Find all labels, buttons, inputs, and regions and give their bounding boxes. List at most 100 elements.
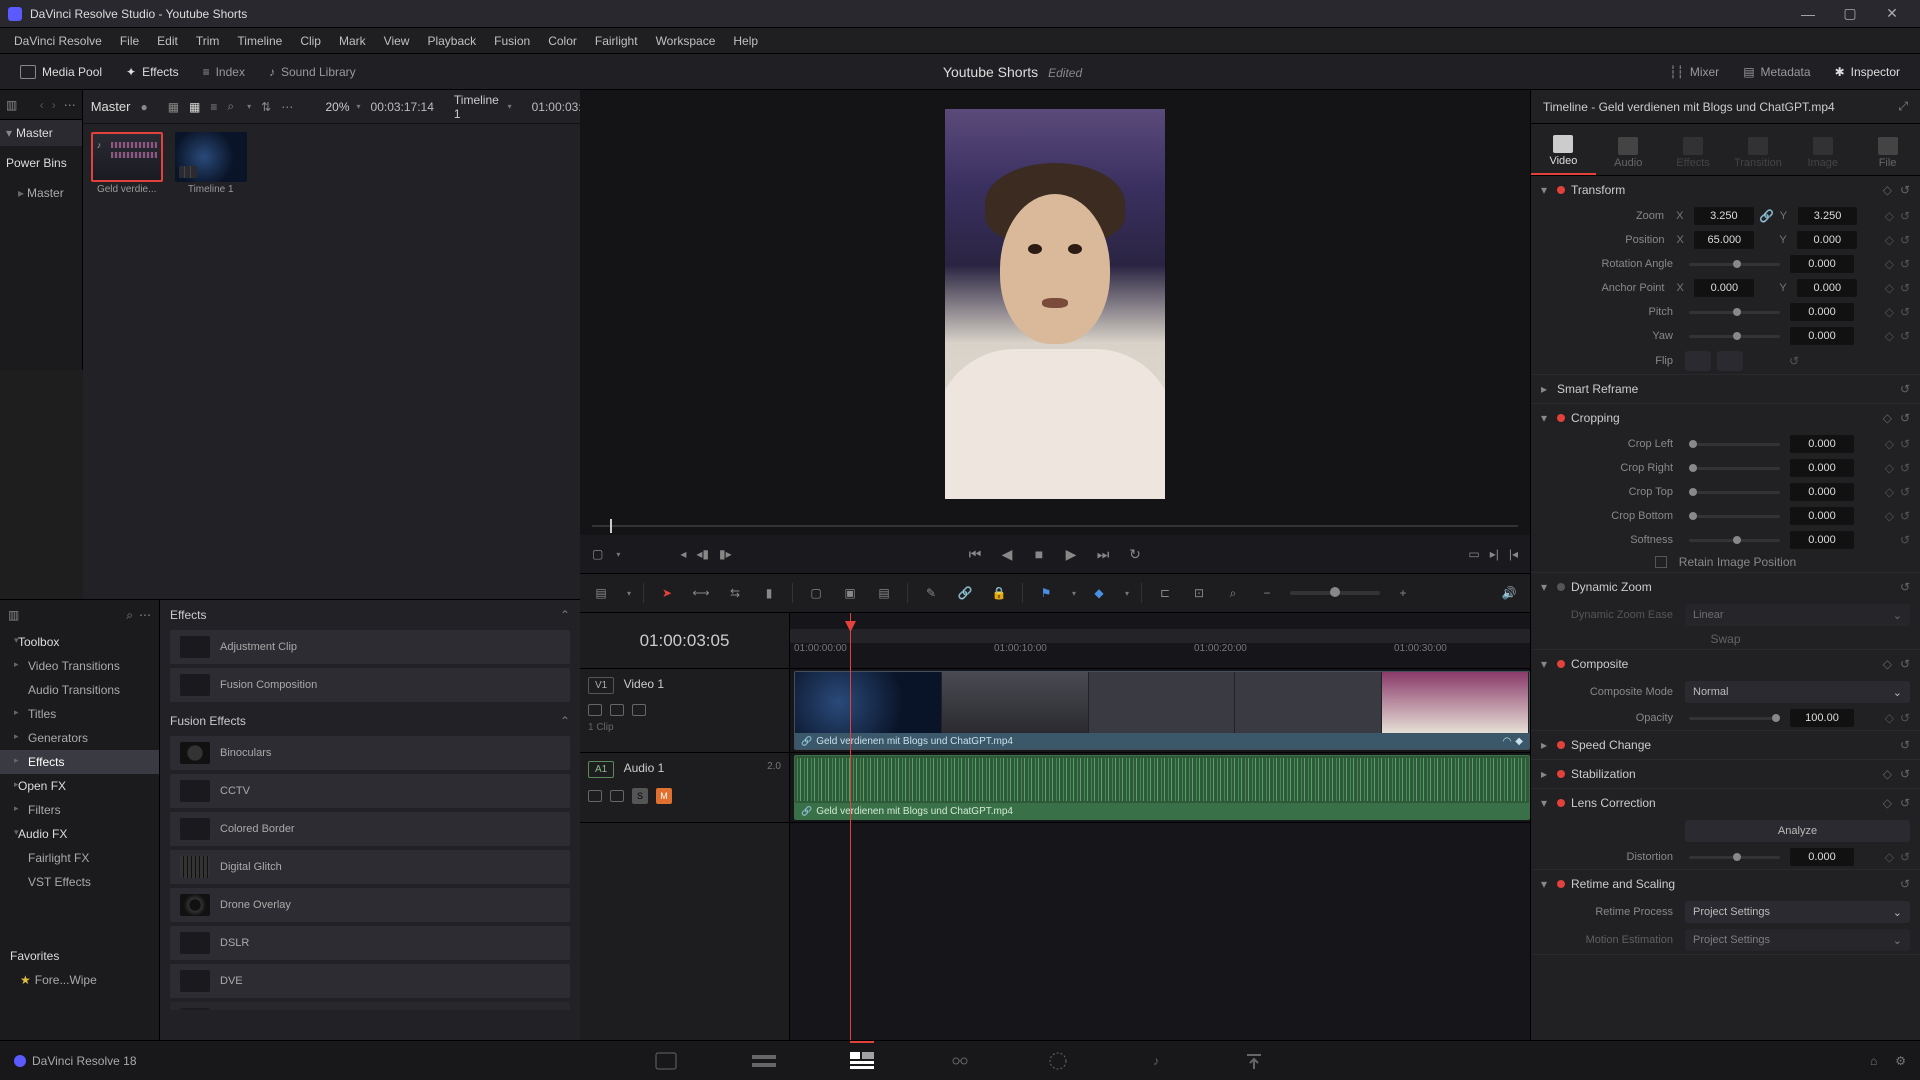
page-edit-icon[interactable] bbox=[848, 1049, 876, 1073]
effect-item[interactable]: Digital Glitch bbox=[170, 850, 570, 884]
auto-select-icon[interactable] bbox=[588, 790, 602, 802]
enable-dot-icon[interactable] bbox=[1557, 186, 1565, 194]
zoom-out-icon[interactable]: − bbox=[1256, 582, 1278, 604]
reset-icon[interactable]: ↺ bbox=[1900, 657, 1910, 671]
viewer-scrubber[interactable] bbox=[580, 517, 1530, 535]
a1-tag[interactable]: A1 bbox=[588, 761, 614, 778]
effect-item[interactable]: DSLR bbox=[170, 926, 570, 960]
first-frame-icon[interactable]: ◂ bbox=[680, 547, 686, 561]
prev-edit-icon[interactable]: ◂▮ bbox=[696, 547, 709, 561]
keyframe-icon[interactable]: ◇ bbox=[1885, 257, 1894, 271]
anchor-x-input[interactable]: 0.000 bbox=[1694, 279, 1754, 297]
section-composite-header[interactable]: ▾Composite◇↺ bbox=[1531, 650, 1920, 678]
clip-thumb[interactable]: ♪ Geld verdie... bbox=[91, 132, 163, 195]
page-cut-icon[interactable] bbox=[750, 1049, 778, 1073]
zoom-slider[interactable] bbox=[1290, 591, 1380, 595]
menu-resolve[interactable]: DaVinci Resolve bbox=[6, 30, 110, 52]
ws-metadata[interactable]: ▤Metadata bbox=[1731, 61, 1822, 83]
zoom-fit-icon[interactable]: ⊡ bbox=[1188, 582, 1210, 604]
breadcrumb-master[interactable]: Master bbox=[91, 99, 131, 114]
motion-estimation-select[interactable]: Project Settings⌄ bbox=[1685, 929, 1910, 951]
trim-tool-icon[interactable]: ⟷ bbox=[690, 582, 712, 604]
page-media-icon[interactable] bbox=[652, 1049, 680, 1073]
tab-file[interactable]: File bbox=[1855, 131, 1920, 175]
tab-effects[interactable]: Effects bbox=[1661, 131, 1726, 175]
video-track-header[interactable]: V1 Video 1 1 Clip bbox=[580, 669, 789, 753]
tab-transition[interactable]: Transition bbox=[1725, 131, 1790, 175]
retain-checkbox[interactable] bbox=[1655, 556, 1667, 568]
keyframe-icon[interactable]: ◇ bbox=[1883, 796, 1892, 810]
flag-icon[interactable]: ⚑ bbox=[1035, 582, 1057, 604]
distortion-slider[interactable] bbox=[1689, 856, 1780, 859]
section-stabilization[interactable]: ▸Stabilization◇↺ bbox=[1531, 760, 1920, 788]
replace-icon[interactable]: ▤ bbox=[873, 582, 895, 604]
sort-icon[interactable]: ⇅ bbox=[261, 100, 271, 114]
audio-track-lane[interactable]: Geld verdienen mit Blogs und ChatGPT.mp4 bbox=[790, 753, 1530, 823]
reset-icon[interactable]: ↺ bbox=[1900, 796, 1910, 810]
reset-icon[interactable]: ↺ bbox=[1900, 877, 1910, 891]
ws-mixer[interactable]: ┆┆Mixer bbox=[1657, 61, 1731, 83]
ease-select[interactable]: Linear⌄ bbox=[1685, 604, 1910, 626]
rotation-input[interactable]: 0.000 bbox=[1790, 255, 1854, 273]
zoom-x-input[interactable]: 3.250 bbox=[1694, 207, 1754, 225]
yaw-slider[interactable] bbox=[1689, 335, 1780, 338]
menu-playback[interactable]: Playback bbox=[419, 30, 484, 52]
reset-icon[interactable]: ↺ bbox=[1900, 850, 1910, 864]
lock-track-icon[interactable] bbox=[610, 790, 624, 802]
opacity-input[interactable]: 100.00 bbox=[1790, 709, 1854, 727]
reset-icon[interactable]: ↺ bbox=[1900, 461, 1910, 475]
ws-effects[interactable]: ✦Effects bbox=[114, 61, 191, 83]
keyframe-icon[interactable]: ◇ bbox=[1885, 329, 1894, 343]
keyframe-icon[interactable]: ◇ bbox=[1883, 767, 1892, 781]
keyframe-icon[interactable]: ◇ bbox=[1885, 485, 1894, 499]
viewer-mode-dropdown[interactable] bbox=[613, 550, 620, 559]
menu-help[interactable]: Help bbox=[725, 30, 766, 52]
tab-image[interactable]: Image bbox=[1790, 131, 1855, 175]
options-icon[interactable]: ⋯ bbox=[139, 608, 151, 622]
tree-video-transitions[interactable]: Video Transitions bbox=[0, 654, 159, 678]
page-color-icon[interactable] bbox=[1044, 1049, 1072, 1073]
keyframe-icon[interactable]: ◇ bbox=[1883, 411, 1892, 425]
sidecar-icon[interactable]: ▥ bbox=[6, 98, 17, 112]
next-edit-icon[interactable]: ▮▸ bbox=[719, 547, 732, 561]
expand-icon[interactable]: ⤢ bbox=[1898, 99, 1908, 114]
enable-dot-icon[interactable] bbox=[1557, 741, 1565, 749]
match-frame-icon[interactable]: ▭ bbox=[1468, 547, 1479, 561]
timeline-ruler[interactable]: 01:00:00:00 01:00:10:00 01:00:20:00 01:0… bbox=[790, 613, 1530, 669]
reset-icon[interactable]: ↺ bbox=[1900, 329, 1910, 343]
bin-power-master[interactable]: ▸Master bbox=[0, 180, 82, 206]
keyframe-icon[interactable]: ◇ bbox=[1885, 209, 1894, 223]
ws-index[interactable]: ≡Index bbox=[191, 61, 257, 83]
enable-dot-icon[interactable] bbox=[1557, 583, 1565, 591]
next-marker-icon[interactable]: ▸| bbox=[1490, 547, 1499, 561]
reset-icon[interactable]: ↺ bbox=[1900, 485, 1910, 499]
keyframe-curve-icon[interactable]: ◠ bbox=[1503, 736, 1512, 747]
composite-mode-select[interactable]: Normal⌄ bbox=[1685, 681, 1910, 703]
page-fairlight-icon[interactable]: ♪ bbox=[1142, 1049, 1170, 1073]
section-smart-reframe[interactable]: ▸Smart Reframe↺ bbox=[1531, 375, 1920, 403]
keyframe-icon[interactable]: ◇ bbox=[1885, 711, 1894, 725]
tree-titles[interactable]: Titles bbox=[0, 702, 159, 726]
position-x-input[interactable]: 65.000 bbox=[1694, 231, 1754, 249]
lock-icon[interactable]: 🔒 bbox=[988, 582, 1010, 604]
keyframe-diamond-icon[interactable]: ◆ bbox=[1515, 736, 1523, 747]
section-lens-header[interactable]: ▾Lens Correction◇↺ bbox=[1531, 789, 1920, 817]
rotation-slider[interactable] bbox=[1689, 263, 1780, 266]
effect-item[interactable]: Drone Overlay bbox=[170, 888, 570, 922]
anchor-y-input[interactable]: 0.000 bbox=[1797, 279, 1857, 297]
go-end-button[interactable]: ⏭ bbox=[1095, 546, 1111, 562]
tree-openfx[interactable]: Open FX bbox=[0, 774, 159, 798]
menu-file[interactable]: File bbox=[112, 30, 147, 52]
play-button[interactable]: ▶ bbox=[1063, 546, 1079, 562]
effect-item[interactable]: DVE bbox=[170, 964, 570, 998]
flag-dropdown[interactable] bbox=[1069, 589, 1076, 598]
page-fusion-icon[interactable] bbox=[946, 1049, 974, 1073]
reset-icon[interactable]: ↺ bbox=[1900, 209, 1910, 223]
search-icon[interactable]: ⌕ bbox=[227, 99, 234, 114]
close-button[interactable]: ✕ bbox=[1872, 4, 1912, 24]
enable-dot-icon[interactable] bbox=[1557, 414, 1565, 422]
keyframe-icon[interactable]: ◇ bbox=[1885, 281, 1894, 295]
menu-color[interactable]: Color bbox=[540, 30, 585, 52]
analyze-button[interactable]: Analyze bbox=[1685, 820, 1910, 842]
effect-item[interactable]: Adjustment Clip bbox=[170, 630, 570, 664]
